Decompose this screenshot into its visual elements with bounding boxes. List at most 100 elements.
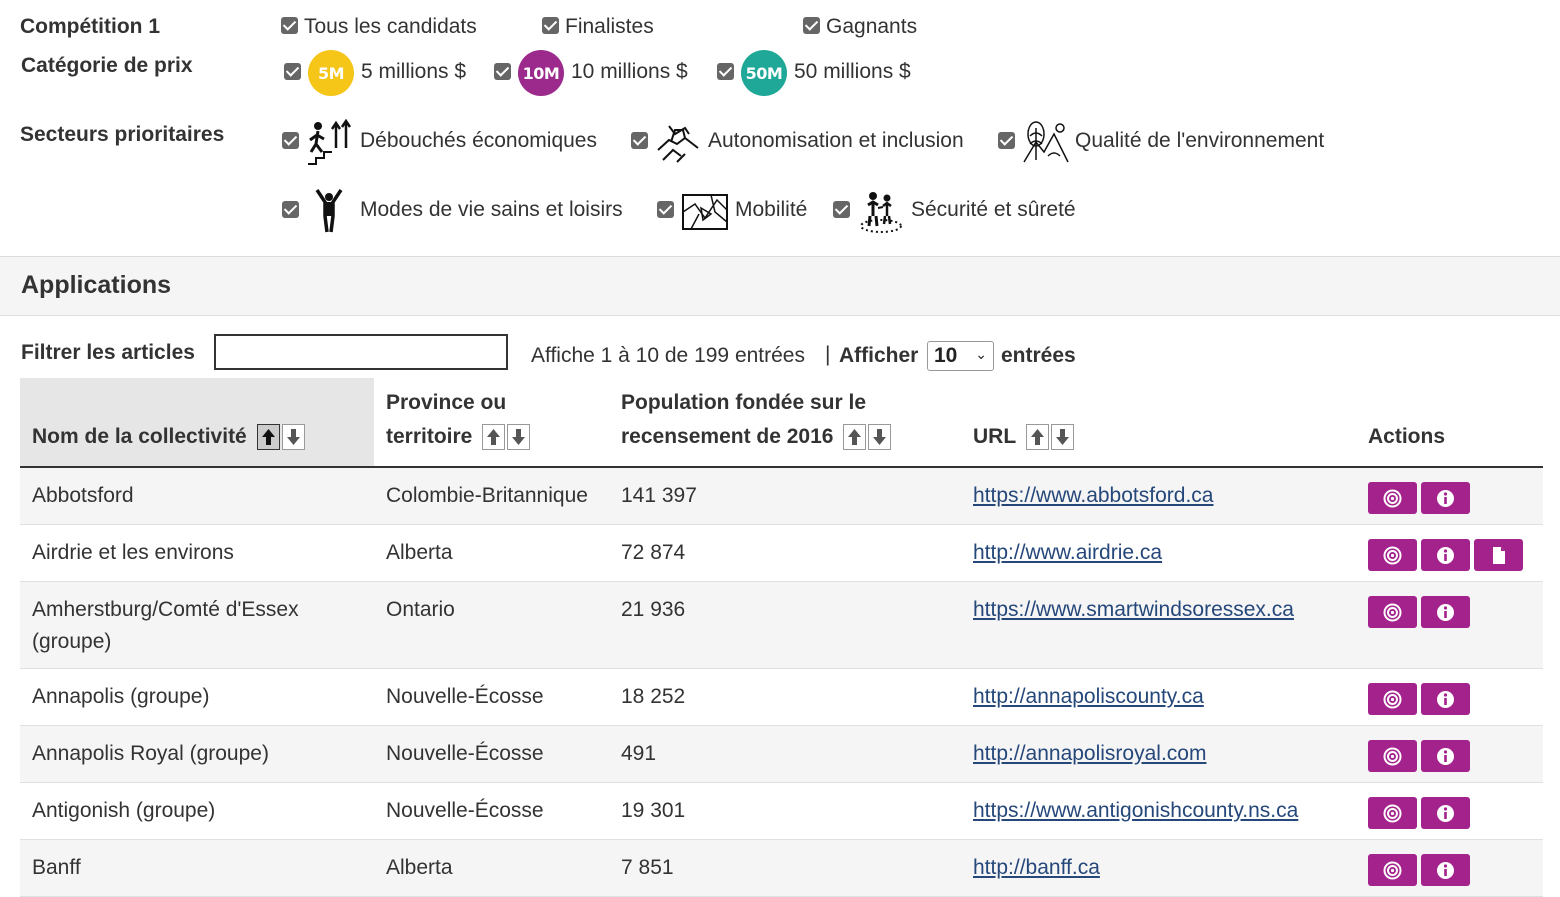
environment-icon (1023, 121, 1069, 163)
option-economic[interactable]: Débouchés économiques (360, 129, 597, 153)
cell-name: Antigonish (groupe) (20, 782, 374, 840)
cell-url: https://www.antigonishcounty.ns.ca (961, 782, 1356, 840)
url-link[interactable]: https://www.abbotsford.ca (973, 484, 1213, 507)
prize-10m-badge: 10M (518, 50, 564, 96)
competition-label: Compétition 1 (20, 15, 160, 38)
option-prize-50m[interactable]: 50 millions $ (794, 60, 911, 84)
chevron-down-icon: ⌄ (975, 346, 987, 362)
cell-name: Banff (20, 839, 374, 897)
filter-input[interactable] (214, 334, 508, 370)
option-winners[interactable]: Gagnants (826, 15, 917, 39)
cell-actions (1356, 524, 1543, 582)
sort-controls (1025, 420, 1076, 454)
column-header-url[interactable]: URL (961, 378, 1356, 468)
sort-descending-icon[interactable] (1050, 424, 1074, 451)
url-link[interactable]: http://annapoliscounty.ca (973, 685, 1204, 708)
option-mobility[interactable]: Mobilité (735, 198, 807, 222)
cell-name: Airdrie et les environs (20, 524, 374, 582)
url-link[interactable]: http://banff.ca (973, 856, 1100, 879)
checkbox-mobility[interactable] (657, 201, 674, 218)
option-environment[interactable]: Qualité de l'environnement (1075, 129, 1324, 153)
cell-actions (1356, 782, 1543, 840)
checkbox-finalists[interactable] (542, 17, 559, 34)
option-safety[interactable]: Sécurité et sûreté (911, 198, 1076, 222)
url-link[interactable]: https://www.smartwindsoressex.ca (973, 598, 1294, 621)
checkbox-safety[interactable] (833, 201, 850, 218)
cell-name: Amherstburg/Comté d'Essex (groupe) (20, 581, 374, 669)
info-button[interactable] (1421, 853, 1470, 886)
cell-url: https://www.abbotsford.ca (961, 467, 1356, 525)
option-inclusion[interactable]: Autonomisation et inclusion (708, 129, 964, 153)
info-button[interactable] (1421, 482, 1470, 514)
entries-label: entrées (1001, 344, 1076, 367)
cell-url: http://banff.ca (961, 839, 1356, 897)
cell-actions (1356, 725, 1543, 783)
url-link[interactable]: https://www.antigonishcounty.ns.ca (973, 799, 1298, 822)
document-button[interactable] (1474, 538, 1523, 571)
option-all-candidates[interactable]: Tous les candidats (304, 15, 477, 39)
economic-icon (308, 118, 352, 165)
sort-ascending-icon[interactable] (482, 424, 506, 451)
column-header-name[interactable]: Nom de la collectivité (20, 378, 374, 468)
url-link[interactable]: http://annapolisroyal.com (973, 742, 1206, 765)
cell-population: 19 301 (609, 782, 961, 840)
checkbox-prize-5m[interactable] (284, 63, 301, 80)
cell-population: 18 252 (609, 668, 961, 726)
table-row: Airdrie et les environs Alberta 72 874 http… (20, 524, 1543, 582)
checkbox-healthy[interactable] (282, 201, 299, 218)
sort-ascending-icon[interactable] (1025, 424, 1049, 451)
cell-actions (1356, 839, 1543, 897)
table-row: Amherstburg/Comté d'Essex (groupe) Ontari… (20, 581, 1543, 669)
option-healthy[interactable]: Modes de vie sains et loisirs (360, 198, 623, 222)
checkbox-prize-10m[interactable] (494, 63, 511, 80)
checkbox-prize-50m[interactable] (717, 63, 734, 80)
cell-province: Nouvelle-Écosse (374, 725, 609, 783)
sort-controls (843, 420, 893, 454)
cell-population: 72 874 (609, 524, 961, 582)
handshake-icon (657, 125, 699, 163)
cell-province: Alberta (374, 839, 609, 897)
cell-url: http://www.airdrie.ca (961, 524, 1356, 582)
cell-name: Annapolis Royal (groupe) (20, 725, 374, 783)
target-button[interactable] (1368, 538, 1417, 571)
page-size-value: 10 (934, 344, 958, 367)
info-separator: | (825, 343, 831, 366)
cell-name: Abbotsford (20, 467, 374, 525)
target-button[interactable] (1368, 595, 1417, 628)
info-button[interactable] (1421, 682, 1470, 715)
info-button[interactable] (1421, 739, 1470, 772)
applications-table: Nom de la collectivité Province ou terri… (20, 378, 1543, 897)
cell-province: Ontario (374, 581, 609, 669)
cell-province: Alberta (374, 524, 609, 582)
info-button[interactable] (1421, 538, 1470, 571)
sort-ascending-icon[interactable] (843, 424, 867, 451)
checkbox-environment[interactable] (998, 132, 1015, 149)
checkbox-inclusion[interactable] (631, 132, 648, 149)
sort-ascending-icon[interactable] (256, 424, 280, 451)
map-icon (682, 194, 728, 230)
checkbox-all-candidates[interactable] (281, 17, 298, 34)
target-button[interactable] (1368, 853, 1417, 886)
target-button[interactable] (1368, 682, 1417, 715)
sort-descending-icon[interactable] (868, 424, 892, 451)
sort-descending-icon[interactable] (507, 424, 531, 451)
cell-province: Colombie-Britannique (374, 467, 609, 525)
option-prize-5m[interactable]: 5 millions $ (361, 60, 466, 84)
sort-descending-icon[interactable] (281, 424, 305, 451)
page-size-select[interactable]: 10 ⌄ (927, 341, 994, 371)
applications-panel-header: Applications (0, 256, 1560, 316)
option-prize-10m[interactable]: 10 millions $ (571, 60, 688, 84)
table-header-row: Nom de la collectivité Province ou terri… (20, 378, 1543, 468)
info-button[interactable] (1421, 796, 1470, 829)
info-button[interactable] (1421, 595, 1470, 628)
column-header-population[interactable]: Population fondée sur le recensement de … (609, 378, 961, 468)
target-button[interactable] (1368, 796, 1417, 829)
checkbox-economic[interactable] (282, 132, 299, 149)
column-header-province[interactable]: Province ou territoire (374, 378, 609, 468)
checkbox-winners[interactable] (803, 17, 820, 34)
cell-url: https://www.smartwindsoressex.ca (961, 581, 1356, 669)
url-link[interactable]: http://www.airdrie.ca (973, 541, 1162, 564)
target-button[interactable] (1368, 739, 1417, 772)
option-finalists[interactable]: Finalistes (565, 15, 654, 39)
target-button[interactable] (1368, 482, 1417, 514)
